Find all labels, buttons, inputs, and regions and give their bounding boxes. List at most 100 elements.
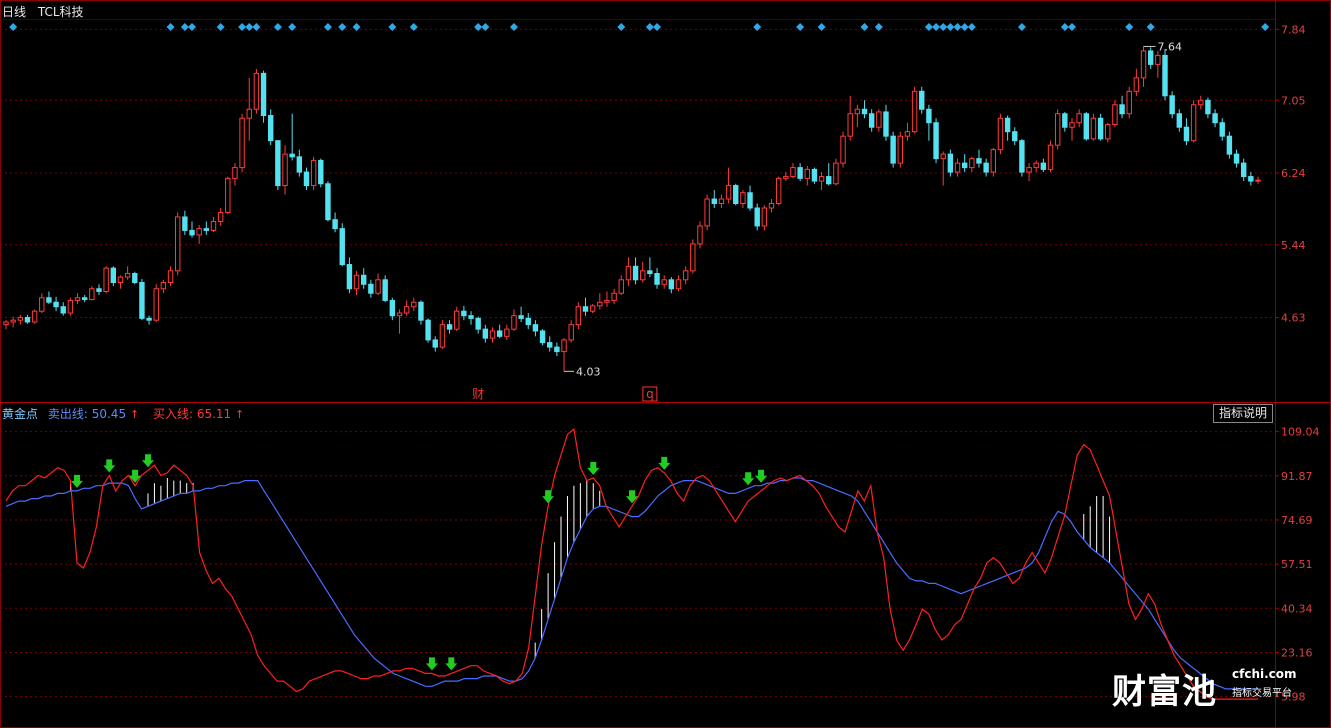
signal-diamond-icon	[653, 23, 662, 31]
candle-up	[232, 167, 238, 179]
candle-up	[589, 305, 596, 312]
candle-up	[310, 159, 317, 187]
candle-down	[496, 330, 503, 337]
candle-up	[1133, 77, 1140, 92]
candle-up	[375, 279, 381, 294]
candle-up	[439, 324, 446, 348]
candle-down	[318, 159, 324, 185]
candle-down	[182, 216, 188, 231]
candle-down	[919, 90, 925, 110]
candle-down	[482, 328, 489, 339]
candle-down	[747, 192, 753, 209]
signal-diamond-icon	[1146, 23, 1155, 31]
candle-down	[1248, 176, 1254, 182]
candle-up	[1054, 113, 1061, 146]
candle-up	[1155, 54, 1161, 65]
indicator-tick-label: 23.16	[1281, 646, 1313, 659]
buy-signal-arrow-icon	[626, 490, 638, 504]
candle-down	[1040, 162, 1047, 170]
indicator-tick-label: 109.04	[1281, 426, 1320, 439]
candle-down	[296, 156, 303, 173]
candle-down	[547, 342, 553, 348]
sell-up-arrow-icon: ↑	[129, 408, 140, 421]
candle-down	[525, 317, 531, 326]
candle-down	[554, 346, 560, 353]
candle-up	[1026, 167, 1032, 173]
candle-up	[611, 292, 617, 301]
indicator-legend: 黄金点 卖出线: 50.45 ↑ 买入线: 65.11 ↑	[2, 405, 244, 422]
price-tick-label: 4.63	[1281, 311, 1306, 324]
candle-up	[246, 108, 252, 119]
candle-down	[539, 330, 546, 344]
candle-up	[210, 220, 217, 231]
indicator-name: 黄金点	[2, 407, 39, 421]
candle-up	[997, 117, 1004, 151]
logo-site: cfchi.com	[1232, 667, 1297, 681]
buy-signal-arrow-icon	[742, 472, 755, 486]
candle-up	[897, 135, 903, 164]
buy-line-value: 65.11	[196, 407, 232, 421]
candle-down	[325, 183, 331, 221]
candle-up	[1255, 179, 1261, 182]
candle-down	[654, 273, 660, 285]
candle-up	[1076, 113, 1082, 124]
candle-down	[96, 288, 102, 292]
indicator-tick-label: 57.51	[1281, 558, 1313, 571]
candle-up	[454, 310, 460, 330]
signal-diamond-icon	[180, 23, 189, 31]
candle-up	[1047, 144, 1054, 170]
logo-subtitle: 指标交易平台	[1232, 688, 1292, 699]
logo-text: 财富池	[1112, 672, 1217, 712]
stock-name: TCL科技	[37, 5, 84, 19]
signal-diamond-icon	[967, 23, 976, 31]
candle-up	[775, 177, 782, 204]
candle-down	[1147, 50, 1154, 65]
buy-signal-arrow-icon	[141, 454, 154, 468]
candle-up	[1033, 162, 1039, 169]
candle-up	[403, 306, 410, 314]
candle-up	[682, 270, 689, 281]
candle-down	[1119, 104, 1125, 115]
indicator-help-button[interactable]: 指标说明	[1213, 404, 1273, 423]
candle-up	[504, 328, 510, 337]
candle-down	[532, 324, 539, 332]
signal-diamond-icon	[352, 23, 361, 31]
period-label[interactable]: 日线	[2, 5, 26, 19]
candle-up	[954, 162, 961, 173]
signal-diamond-icon	[166, 23, 175, 31]
candle-up	[67, 299, 74, 314]
buy-signal-arrow-icon	[103, 459, 116, 473]
candle-down	[418, 301, 424, 321]
candle-up	[618, 279, 624, 294]
candle-up	[160, 281, 167, 290]
candle-up	[196, 228, 202, 236]
candle-down	[110, 267, 117, 283]
candle-up	[661, 279, 667, 285]
candle-up	[833, 162, 839, 185]
signal-diamond-icon	[216, 23, 225, 31]
indicator-tick-label: 91.87	[1281, 470, 1313, 483]
high-label: 7.64	[1158, 40, 1183, 53]
candle-down	[203, 228, 210, 231]
candle-up	[761, 207, 768, 227]
candle-down	[1012, 131, 1018, 142]
candle-down	[268, 115, 274, 142]
candle-down	[425, 319, 431, 341]
sell-line-value: 50.45	[91, 407, 127, 421]
candle-down	[382, 279, 388, 301]
candle-down	[1004, 117, 1011, 133]
candle-up	[818, 176, 825, 182]
candle-down	[976, 158, 982, 164]
candle-up	[568, 324, 574, 341]
candle-up	[103, 267, 109, 292]
candle-up	[904, 131, 911, 137]
candle-down	[1169, 95, 1175, 115]
signal-diamond-icon	[188, 23, 197, 31]
candle-up	[74, 297, 81, 301]
signal-diamond-icon	[252, 23, 261, 31]
candle-down	[1019, 140, 1025, 173]
signal-diamond-icon	[1017, 23, 1026, 31]
candle-up	[89, 288, 95, 301]
watermark-logo: 财富池 cfchi.com 指标交易平台	[1112, 664, 1308, 712]
buy-signal-arrow-icon	[658, 456, 671, 470]
